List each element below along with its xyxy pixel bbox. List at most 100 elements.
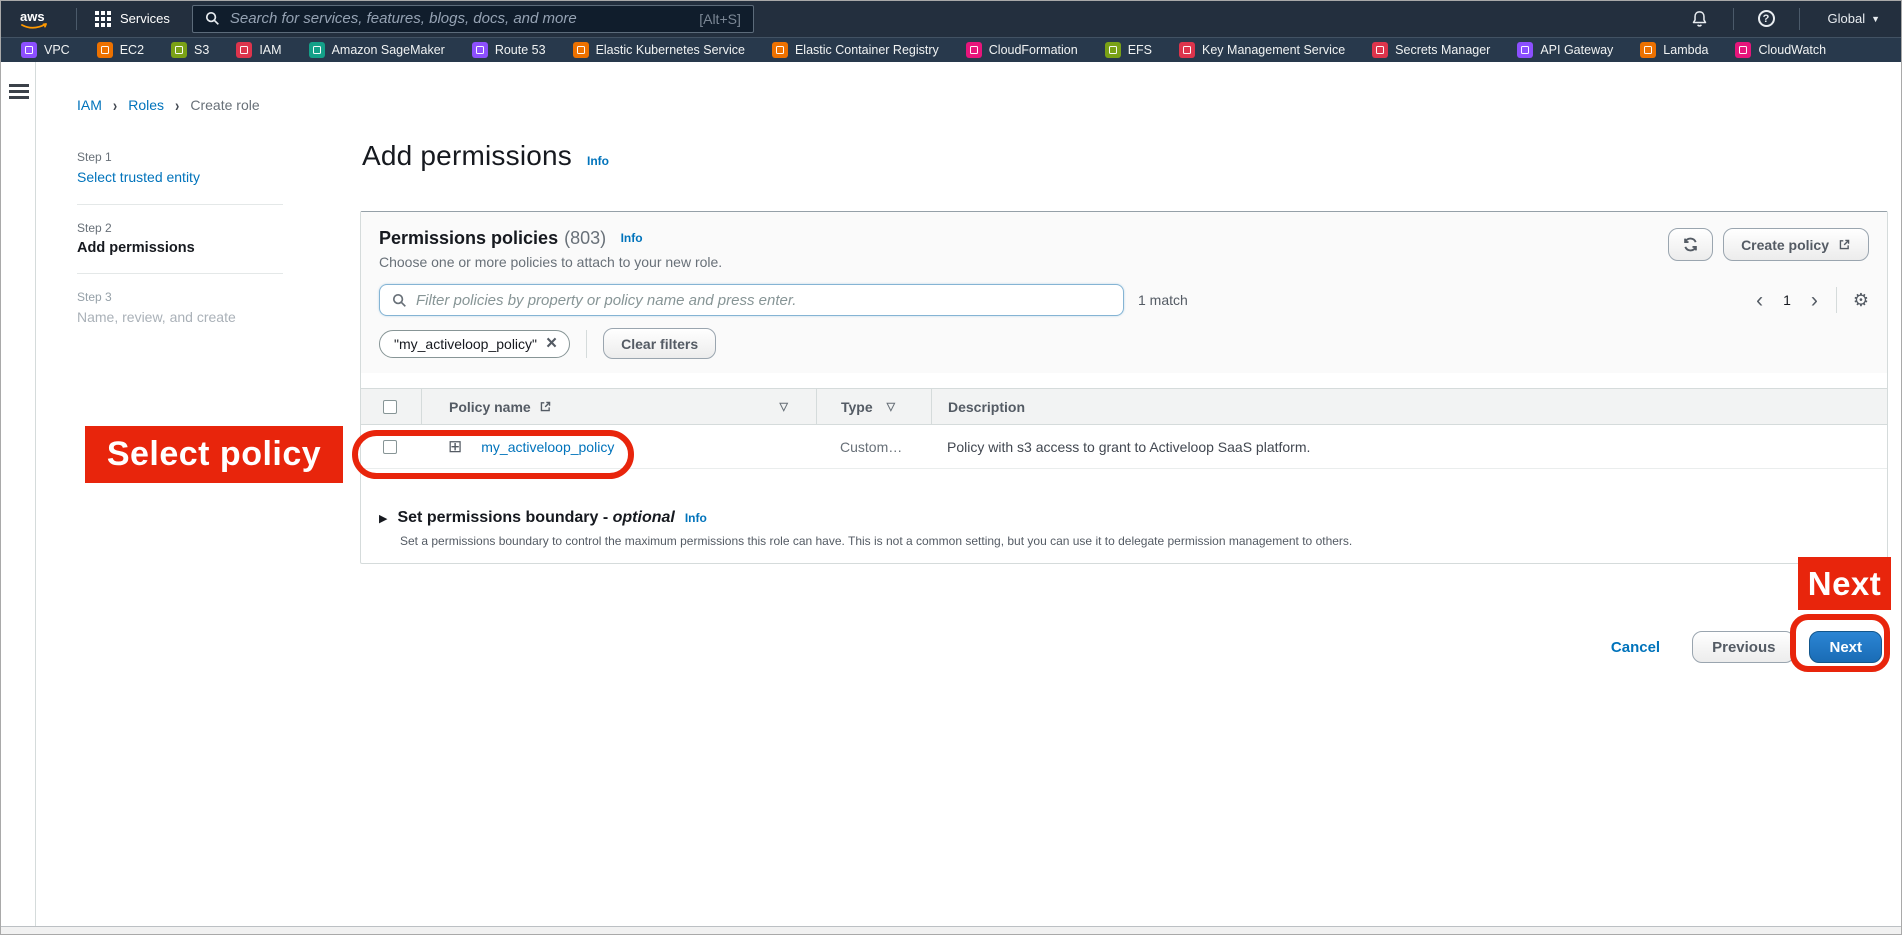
active-filter-tag: "my_activeloop_policy" × [379, 330, 570, 358]
services-menu-button[interactable]: Services [87, 0, 178, 37]
policy-count: (803) [564, 228, 606, 248]
refresh-icon [1682, 236, 1699, 253]
panel-info-link[interactable]: Info [621, 231, 643, 245]
step-2: Step 2 Add permissions [77, 221, 283, 256]
policy-description-cell: Policy with s3 access to grant to Active… [947, 439, 1310, 455]
permissions-boundary-section: ▶ Set permissions boundary - optional In… [361, 469, 1887, 548]
nav-divider [1799, 8, 1800, 30]
ecr-icon [772, 42, 788, 58]
breadcrumb-chevron-icon: › [113, 96, 117, 115]
favorite-label: Elastic Kubernetes Service [596, 43, 745, 57]
previous-button[interactable]: Previous [1692, 631, 1795, 663]
sagemaker-icon [309, 42, 325, 58]
svg-text:aws: aws [20, 9, 45, 24]
policy-name-link[interactable]: my_activeloop_policy [481, 439, 614, 455]
page-title: Add permissions [362, 140, 572, 172]
breadcrumb-iam[interactable]: IAM [77, 97, 102, 113]
cancel-button[interactable]: Cancel [1611, 639, 1660, 656]
step-1-link-select-trusted-entity[interactable]: Select trusted entity [77, 169, 200, 185]
favorite-eks[interactable]: Elastic Kubernetes Service [573, 42, 745, 58]
global-search-input[interactable]: Search for services, features, blogs, do… [192, 5, 754, 33]
table-row-my-activeloop-policy: ⊞ my_activeloop_policy Custom… Policy wi… [361, 425, 1887, 469]
favorite-cloudwatch[interactable]: CloudWatch [1735, 42, 1826, 58]
remove-filter-icon[interactable]: × [546, 334, 557, 353]
clear-filters-button[interactable]: Clear filters [603, 328, 716, 359]
kms-icon [1179, 42, 1195, 58]
favorite-vpc[interactable]: VPC [21, 42, 70, 58]
ec2-icon [97, 42, 113, 58]
favorites-bar: VPC EC2 S3 IAM Amazon SageMaker Route 53… [0, 37, 1902, 62]
favorite-iam[interactable]: IAM [236, 42, 281, 58]
column-type: Type [841, 399, 873, 415]
favorite-s3[interactable]: S3 [171, 42, 209, 58]
favorite-label: Key Management Service [1202, 43, 1345, 57]
page-info-link[interactable]: Info [587, 154, 609, 168]
notifications-bell-icon[interactable] [1690, 9, 1709, 29]
favorite-route53[interactable]: Route 53 [472, 42, 546, 58]
create-policy-button[interactable]: Create policy [1723, 228, 1869, 261]
search-shortcut-hint: [Alt+S] [699, 11, 741, 27]
secrets-manager-icon [1372, 42, 1388, 58]
step-2-label: Step 2 [77, 221, 283, 235]
aws-logo[interactable]: aws [18, 8, 52, 30]
favorite-kms[interactable]: Key Management Service [1179, 42, 1345, 58]
disclosure-triangle-icon[interactable]: ▶ [379, 512, 387, 525]
external-link-icon [1838, 238, 1851, 251]
pager-divider [1836, 287, 1837, 313]
row-checkbox[interactable] [383, 440, 397, 454]
sort-policy-name-icon[interactable]: ▽ [780, 400, 788, 413]
pagination-next-icon[interactable]: › [1809, 290, 1820, 311]
favorite-cloudformation[interactable]: CloudFormation [966, 42, 1078, 58]
external-link-icon [539, 400, 552, 413]
panel-header: Permissions policies (803) Info Choose on… [361, 212, 1887, 373]
step-3-label: Step 3 [77, 290, 283, 304]
breadcrumb: IAM › Roles › Create role [77, 97, 260, 113]
favorite-api-gateway[interactable]: API Gateway [1517, 42, 1613, 58]
favorite-label: Elastic Container Registry [795, 43, 939, 57]
policy-type-cell: Custom… [840, 439, 902, 455]
pagination-previous-icon[interactable]: ‹ [1754, 290, 1765, 311]
favorite-ec2[interactable]: EC2 [97, 42, 144, 58]
policy-filter-input[interactable]: Filter policies by property or policy na… [379, 284, 1124, 316]
services-label: Services [120, 11, 170, 26]
breadcrumb-roles[interactable]: Roles [128, 97, 164, 113]
boundary-description: Set a permissions boundary to control th… [379, 534, 1869, 548]
s3-icon [171, 42, 187, 58]
expand-row-icon[interactable]: ⊞ [448, 438, 462, 455]
region-selector[interactable]: Global ▼ [1824, 11, 1885, 26]
permissions-policies-panel: Permissions policies (803) Info Choose on… [360, 211, 1888, 564]
favorite-sagemaker[interactable]: Amazon SageMaker [309, 42, 445, 58]
pagination-page-1[interactable]: 1 [1777, 292, 1797, 308]
efs-icon [1105, 42, 1121, 58]
favorite-label: Amazon SageMaker [332, 43, 445, 57]
favorite-efs[interactable]: EFS [1105, 42, 1152, 58]
favorite-secrets-manager[interactable]: Secrets Manager [1372, 42, 1490, 58]
sidebar-divider [35, 62, 36, 926]
select-all-checkbox[interactable] [383, 400, 397, 414]
table-settings-gear-icon[interactable]: ⚙ [1853, 290, 1869, 311]
favorite-label: Lambda [1663, 43, 1708, 57]
sort-type-icon[interactable]: ▽ [887, 400, 895, 413]
help-icon[interactable]: ? [1758, 10, 1775, 27]
api-gateway-icon [1517, 42, 1533, 58]
favorite-lambda[interactable]: Lambda [1640, 42, 1708, 58]
filter-tag-text: "my_activeloop_policy" [394, 336, 537, 352]
breadcrumb-chevron-icon: › [175, 96, 179, 115]
refresh-button[interactable] [1668, 228, 1713, 261]
favorite-label: EFS [1128, 43, 1152, 57]
lambda-icon [1640, 42, 1656, 58]
panel-subtitle: Choose one or more policies to attach to… [379, 254, 722, 270]
favorite-label: IAM [259, 43, 281, 57]
favorite-label: VPC [44, 43, 70, 57]
panel-title: Permissions policies [379, 228, 558, 248]
filter-divider [586, 330, 587, 358]
favorite-label: EC2 [120, 43, 144, 57]
menu-hamburger-icon[interactable] [9, 84, 29, 102]
next-button[interactable]: Next [1809, 631, 1882, 663]
boundary-info-link[interactable]: Info [685, 511, 707, 525]
services-grid-icon [95, 11, 111, 27]
favorite-ecr[interactable]: Elastic Container Registry [772, 42, 939, 58]
filter-placeholder: Filter policies by property or policy na… [416, 292, 796, 309]
cloudformation-icon [966, 42, 982, 58]
wizard-footer-actions: Cancel Previous Next [1611, 631, 1882, 663]
